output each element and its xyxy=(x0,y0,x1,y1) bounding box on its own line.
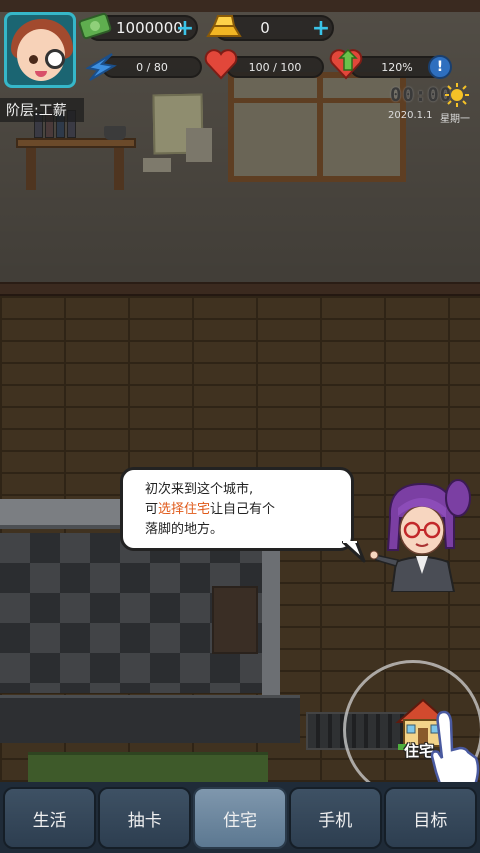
dialog-highlight: 选择住宅 xyxy=(158,502,211,517)
rank-label: 阶层:工薪 xyxy=(0,98,84,122)
player-avatar[interactable] xyxy=(4,12,76,88)
shelf-leg xyxy=(26,148,36,190)
game-weekday: 星期一 xyxy=(440,114,470,125)
tab-gacha[interactable]: 抽卡 xyxy=(98,787,192,849)
health-value: 100 / 100 xyxy=(248,60,302,74)
shelf-leg xyxy=(114,148,124,190)
window xyxy=(228,72,406,182)
dialog-bubble[interactable]: 初次来到这个城市, 可选择住宅让自己有个 落脚的地方。 xyxy=(120,467,354,551)
gold-value: 0 xyxy=(260,19,270,37)
notice-board xyxy=(212,586,258,654)
gold-bar-icon xyxy=(206,15,242,37)
dialog-line-1: 初次来到这个城市, xyxy=(145,482,254,497)
tab-goals[interactable]: 目标 xyxy=(383,787,478,849)
dialog-line-2-suffix: 让自己有个 xyxy=(210,502,276,517)
info-button[interactable]: ! xyxy=(428,55,452,79)
dialog-line-2: 可选择住宅让自己有个 xyxy=(145,500,329,520)
floor-beam xyxy=(0,282,480,296)
guide-character xyxy=(370,479,471,592)
bottom-tab-bar: 生活 抽卡 住宅 手机 目标 xyxy=(0,782,480,853)
add-money-button[interactable]: + xyxy=(172,15,198,41)
add-gold-button[interactable]: + xyxy=(308,15,334,41)
mood-heart-icon xyxy=(329,48,363,80)
sun-icon xyxy=(445,83,469,107)
plant-pot xyxy=(104,126,126,140)
energy-value: 0 / 80 xyxy=(136,60,168,74)
mood-value: 120% xyxy=(381,60,413,74)
heart-icon xyxy=(204,49,238,80)
dialog-line-3: 落脚的地方。 xyxy=(145,522,224,537)
tab-phone[interactable]: 手机 xyxy=(288,787,382,849)
grass xyxy=(28,752,268,782)
game-date: 2020.1.1 xyxy=(388,110,433,121)
health-bar: 100 / 100 xyxy=(226,56,324,78)
dialog-line-2-prefix: 可 xyxy=(145,502,159,517)
game-clock: 00:00 xyxy=(390,84,453,106)
money-icon xyxy=(78,12,112,40)
dialog-tail xyxy=(342,541,366,563)
tab-housing[interactable]: 住宅 xyxy=(193,787,287,849)
wall-note xyxy=(186,128,212,162)
energy-icon xyxy=(85,53,117,81)
counter xyxy=(0,695,300,743)
wall-card xyxy=(143,158,171,172)
pillar xyxy=(262,529,280,699)
tab-life[interactable]: 生活 xyxy=(3,787,97,849)
